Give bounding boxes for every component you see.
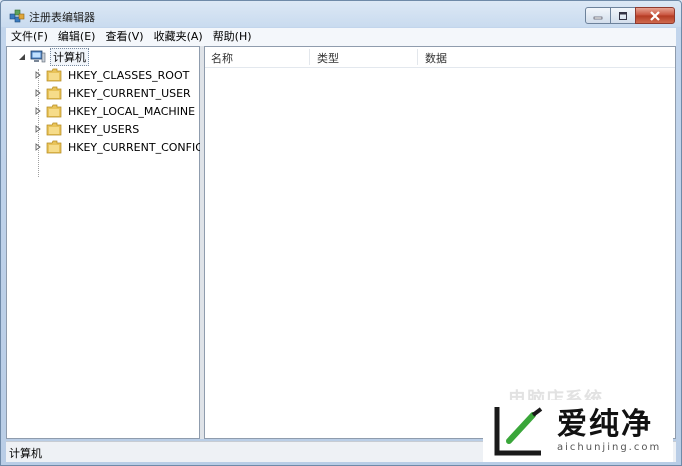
- brand-logo-icon: [494, 407, 543, 456]
- column-headers: 名称 类型 数据: [205, 47, 675, 68]
- tree-key-label: HKEY_CURRENT_USER: [68, 86, 191, 100]
- close-icon: [650, 10, 660, 21]
- registry-editor-icon: [9, 9, 25, 23]
- minimize-button[interactable]: [585, 7, 611, 24]
- column-header-name[interactable]: 名称: [211, 50, 233, 66]
- column-header-data[interactable]: 数据: [425, 50, 447, 66]
- column-header-type[interactable]: 类型: [317, 50, 339, 66]
- folder-icon: [46, 86, 62, 100]
- folder-icon: [46, 104, 62, 118]
- expand-arrow-icon[interactable]: [33, 124, 43, 134]
- tree-key-label: HKEY_USERS: [68, 122, 140, 136]
- title-bar[interactable]: 注册表编辑器: [1, 1, 681, 31]
- tree-node-hkcr[interactable]: HKEY_CLASSES_ROOT: [33, 67, 191, 83]
- tree-key-label: HKEY_LOCAL_MACHINE: [68, 104, 196, 118]
- expand-arrow-icon[interactable]: [33, 88, 43, 98]
- tree-key-label: HKEY_CURRENT_CONFIG: [68, 140, 204, 154]
- brand-watermark: 爱纯净 aichunjing.com: [483, 400, 673, 462]
- column-divider[interactable]: [309, 49, 310, 65]
- maximize-button[interactable]: [610, 7, 636, 24]
- collapse-arrow-icon[interactable]: [17, 52, 27, 62]
- triangle-down-icon: [19, 54, 25, 60]
- tree-root-label: 计算机: [50, 48, 89, 66]
- folder-icon: [46, 68, 62, 82]
- menu-file[interactable]: 文件(F): [6, 28, 53, 46]
- close-button[interactable]: [635, 7, 675, 24]
- tree-node-computer[interactable]: 计算机: [17, 48, 89, 66]
- status-path: 计算机: [9, 447, 42, 460]
- window-controls: [585, 7, 675, 25]
- expand-arrow-icon[interactable]: [33, 106, 43, 116]
- column-divider[interactable]: [417, 49, 418, 65]
- tree-node-hkcc[interactable]: HKEY_CURRENT_CONFIG: [33, 139, 206, 155]
- menu-favorites[interactable]: 收藏夹(A): [149, 28, 208, 46]
- brand-name: 爱纯净: [557, 407, 653, 442]
- menu-edit[interactable]: 编辑(E): [53, 28, 101, 46]
- triangle-right-icon: [35, 143, 41, 151]
- registry-tree[interactable]: 计算机 HKEY_CLASSES_ROOT HKEY_CURRENT_USER …: [6, 46, 204, 439]
- values-list[interactable]: 名称 类型 数据: [204, 46, 676, 439]
- tree-node-hklm[interactable]: HKEY_LOCAL_MACHINE: [33, 103, 197, 119]
- tree-node-hkcu[interactable]: HKEY_CURRENT_USER: [33, 85, 193, 101]
- tree-key-label: HKEY_CLASSES_ROOT: [68, 68, 190, 82]
- expand-arrow-icon[interactable]: [33, 70, 43, 80]
- tree-node-hku[interactable]: HKEY_USERS: [33, 121, 141, 137]
- triangle-right-icon: [35, 71, 41, 79]
- triangle-right-icon: [35, 125, 41, 133]
- computer-icon: [30, 50, 46, 63]
- triangle-right-icon: [35, 89, 41, 97]
- window-title: 注册表编辑器: [29, 11, 95, 24]
- maximize-icon: [619, 11, 627, 20]
- folder-icon: [46, 122, 62, 136]
- menu-help[interactable]: 帮助(H): [208, 28, 257, 46]
- menu-bar: 文件(F) 编辑(E) 查看(V) 收藏夹(A) 帮助(H): [6, 28, 676, 46]
- expand-arrow-icon[interactable]: [33, 142, 43, 152]
- menu-view[interactable]: 查看(V): [100, 28, 148, 46]
- folder-icon: [46, 140, 62, 154]
- triangle-right-icon: [35, 107, 41, 115]
- minimize-icon: [593, 16, 603, 19]
- brand-url: aichunjing.com: [557, 442, 662, 453]
